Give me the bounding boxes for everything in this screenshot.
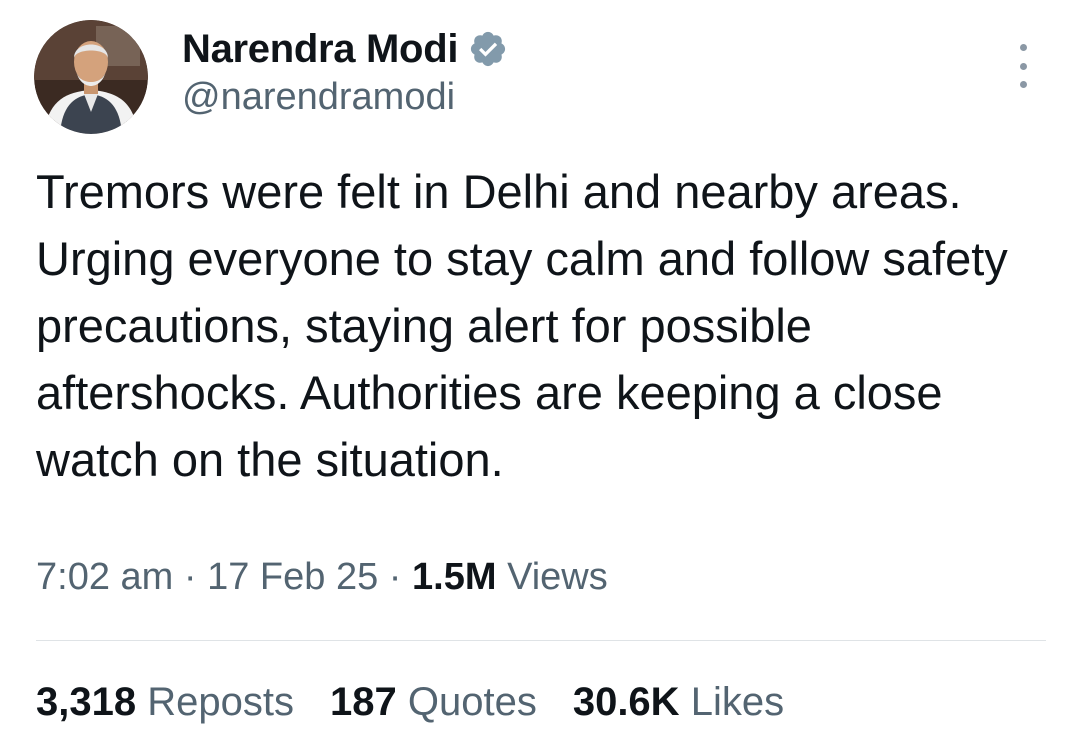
verified-badge-icon — [468, 29, 508, 69]
likes-count: 30.6K — [572, 680, 680, 724]
reposts-stat[interactable]: 3,318 Reposts — [36, 680, 294, 725]
quotes-label: Quotes — [407, 680, 537, 724]
tweet-meta: 7:02 am · 17 Feb 25 · 1.5M Views — [36, 556, 608, 599]
views-count: 1.5M — [412, 556, 497, 598]
tweet-detail: Narendra Modi @narendramodi Tremors were… — [0, 0, 1077, 751]
meta-separator: · — [388, 556, 402, 598]
likes-label: Likes — [690, 680, 785, 724]
divider — [36, 640, 1046, 641]
more-dot — [1019, 81, 1027, 88]
author-name[interactable]: Narendra Modi — [182, 27, 458, 72]
reposts-count: 3,318 — [36, 680, 137, 724]
tweet-text: Tremors were felt in Delhi and nearby ar… — [36, 165, 1008, 486]
likes-stat[interactable]: 30.6K Likes — [573, 680, 784, 725]
views-label: Views — [507, 556, 608, 598]
tweet-date[interactable]: 17 Feb 25 — [207, 556, 378, 598]
more-dot — [1019, 62, 1027, 70]
more-options-icon[interactable] — [1008, 44, 1038, 88]
avatar-image — [34, 20, 148, 134]
more-dot — [1019, 44, 1027, 51]
author-handle[interactable]: @narendramodi — [182, 76, 455, 119]
reposts-label: Reposts — [147, 680, 294, 724]
author-avatar[interactable] — [34, 20, 148, 134]
engagement-stats: 3,318 Reposts 187 Quotes 30.6K Likes — [36, 680, 784, 725]
author-name-row: Narendra Modi — [182, 24, 508, 74]
tweet-time[interactable]: 7:02 am — [36, 556, 173, 598]
meta-separator: · — [183, 556, 197, 598]
quotes-count: 187 — [329, 680, 397, 724]
quotes-stat[interactable]: 187 Quotes — [330, 680, 537, 725]
